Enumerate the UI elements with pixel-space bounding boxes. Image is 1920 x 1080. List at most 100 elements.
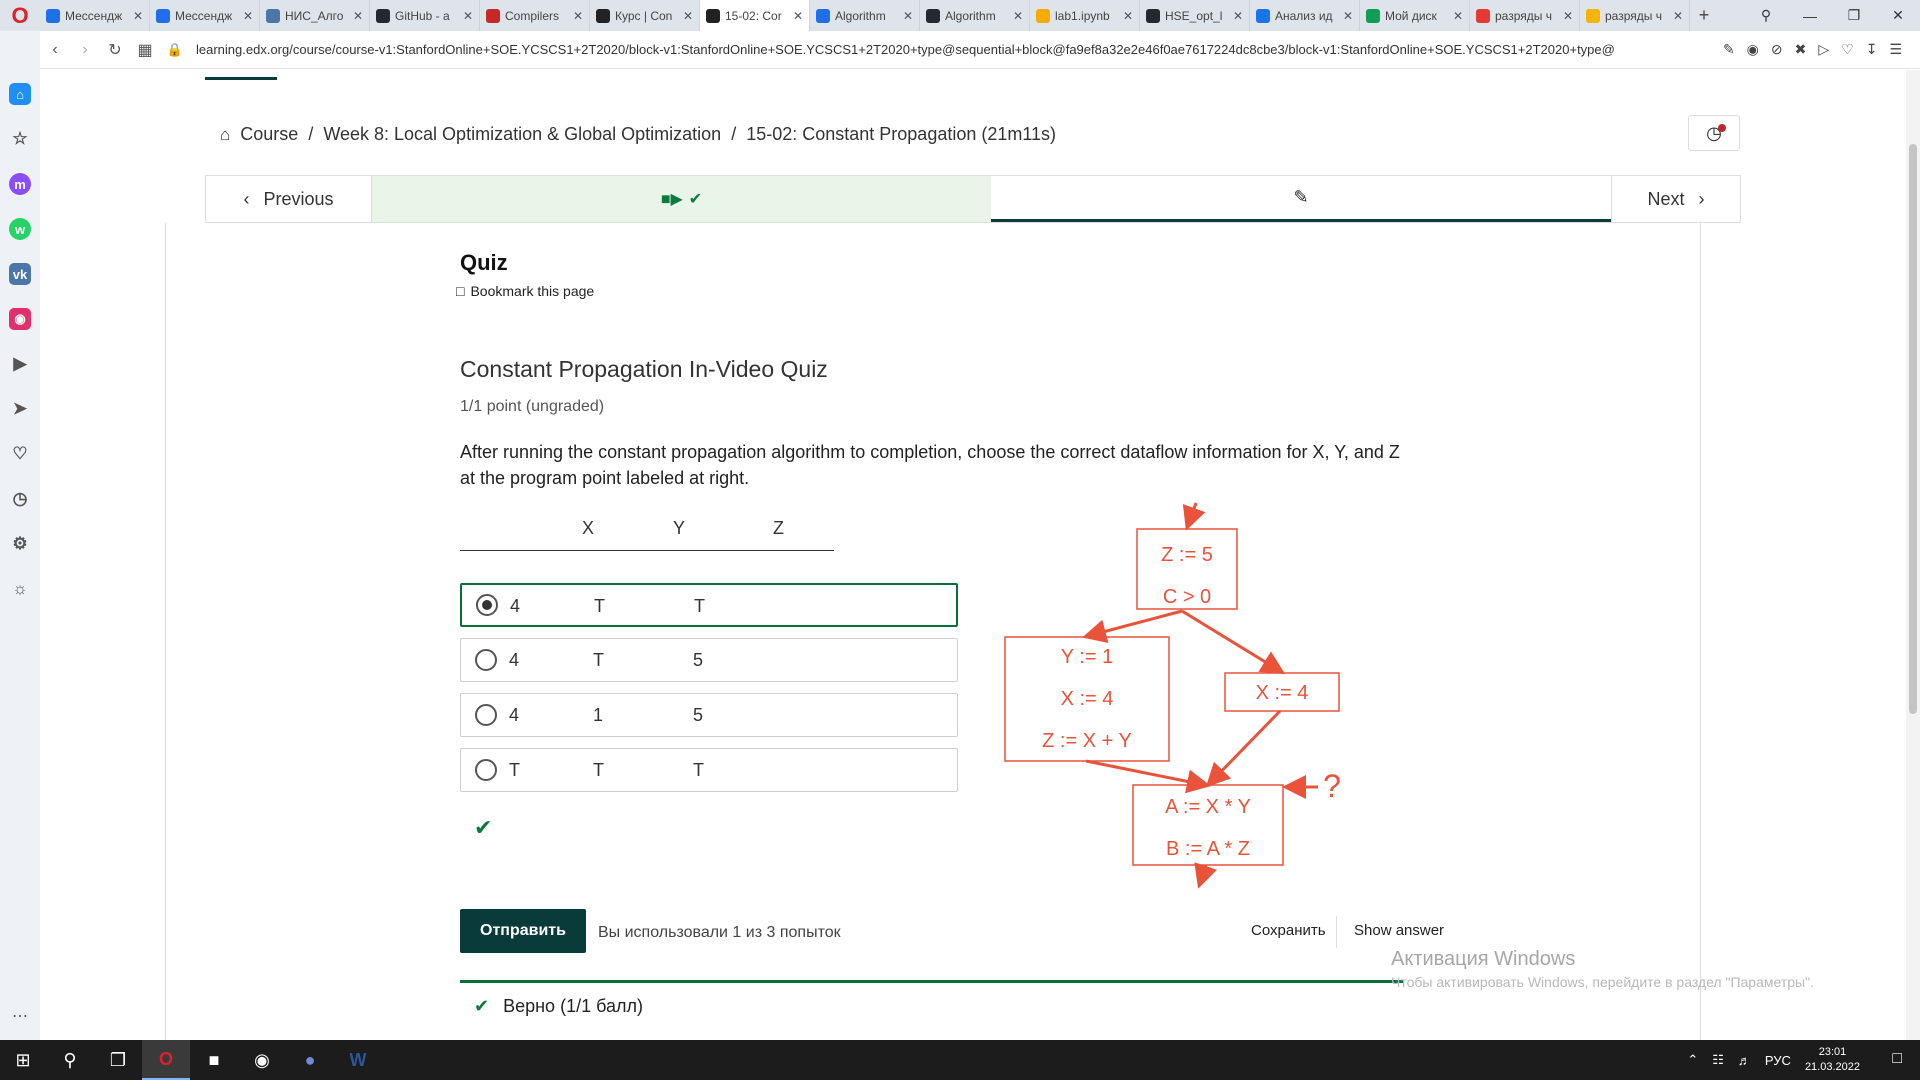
- edit-icon: ✎: [1293, 187, 1309, 207]
- windows-start-icon[interactable]: ⊞: [0, 1040, 46, 1080]
- scrollbar-thumb[interactable]: [1909, 144, 1917, 714]
- opera-logo-icon[interactable]: O: [0, 0, 40, 31]
- url-field[interactable]: learning.edx.org/course/course-v1:Stanfo…: [196, 42, 1723, 57]
- page-scrollbar[interactable]: [1906, 70, 1920, 1040]
- tab-close-icon[interactable]: ✕: [1233, 9, 1243, 23]
- close-window-button[interactable]: ✕: [1876, 7, 1920, 24]
- tab-close-icon[interactable]: ✕: [1343, 9, 1353, 23]
- browser-tab[interactable]: Compilers ✕: [480, 0, 590, 31]
- browser-tab[interactable]: Мессендж ✕: [40, 0, 150, 31]
- tab-close-icon[interactable]: ✕: [1563, 9, 1573, 23]
- browser-tab[interactable]: Algorithm ✕: [810, 0, 920, 31]
- browser-tab[interactable]: HSE_opt_l ✕: [1140, 0, 1250, 31]
- download-icon[interactable]: ↧: [1866, 41, 1878, 58]
- vk-icon[interactable]: vk: [9, 263, 31, 285]
- browser-tab[interactable]: Algorithm ✕: [920, 0, 1030, 31]
- new-tab-button[interactable]: +: [1690, 5, 1718, 26]
- speed-dial-icon[interactable]: ☆: [9, 128, 31, 150]
- forward-button[interactable]: ›: [70, 41, 100, 59]
- restore-button[interactable]: ❐: [1832, 7, 1876, 24]
- whatsapp-icon[interactable]: w: [9, 218, 31, 240]
- browser-tab[interactable]: Курс | Con ✕: [590, 0, 700, 31]
- player-icon[interactable]: ▶: [9, 353, 31, 375]
- send-icon[interactable]: ▷: [1818, 41, 1829, 58]
- next-button[interactable]: Next ›: [1611, 176, 1740, 222]
- radio-button[interactable]: [475, 704, 497, 726]
- browser-tab[interactable]: 15-02: Cor ✕: [700, 0, 810, 31]
- game-taskbar-icon[interactable]: ■: [190, 1040, 238, 1080]
- word-taskbar-icon[interactable]: W: [334, 1040, 382, 1080]
- tab-close-icon[interactable]: ✕: [1123, 9, 1133, 23]
- save-button[interactable]: Сохранить: [1251, 922, 1326, 939]
- sequence-tab-video[interactable]: ■▶ ✔: [372, 176, 991, 222]
- radio-button[interactable]: [476, 594, 498, 616]
- tab-close-icon[interactable]: ✕: [573, 9, 583, 23]
- browser-tab[interactable]: разряды ч ✕: [1580, 0, 1690, 31]
- answer-option[interactable]: TTT: [460, 748, 958, 792]
- tab-close-icon[interactable]: ✕: [243, 9, 253, 23]
- heart-icon[interactable]: ♡: [1841, 41, 1854, 58]
- previous-button[interactable]: ‹ Previous: [206, 176, 372, 222]
- adblock-icon[interactable]: ⊘: [1771, 41, 1783, 58]
- tab-close-icon[interactable]: ✕: [683, 9, 693, 23]
- volume-icon[interactable]: ♬: [1738, 1053, 1751, 1068]
- task-view-icon[interactable]: ❐: [94, 1040, 142, 1080]
- sequence-tab-problem[interactable]: ✎: [991, 176, 1611, 222]
- browser-tab[interactable]: Мессендж ✕: [150, 0, 260, 31]
- show-answer-button[interactable]: Show answer: [1354, 922, 1444, 939]
- more-icon[interactable]: ⋯: [12, 1006, 28, 1026]
- menu-icon[interactable]: ☰: [1889, 41, 1902, 58]
- tab-label: разряды ч: [1605, 8, 1662, 23]
- tab-close-icon[interactable]: ✕: [793, 9, 803, 23]
- browser-tab[interactable]: lab1.ipynb ✕: [1030, 0, 1140, 31]
- tab-close-icon[interactable]: ✕: [353, 9, 363, 23]
- chrome-taskbar-icon[interactable]: ◉: [238, 1040, 286, 1080]
- notifications-icon[interactable]: □: [1892, 1050, 1902, 1068]
- tab-grid-icon[interactable]: ▦: [130, 40, 160, 60]
- tab-close-icon[interactable]: ✕: [903, 9, 913, 23]
- browser-tab[interactable]: Анализ ид ✕: [1250, 0, 1360, 31]
- browser-tab[interactable]: GitHub - a ✕: [370, 0, 480, 31]
- instagram-icon[interactable]: ◉: [9, 308, 31, 330]
- network-icon[interactable]: ☷: [1712, 1052, 1724, 1068]
- radio-button[interactable]: [475, 759, 497, 781]
- language-indicator[interactable]: РУС: [1765, 1053, 1791, 1068]
- favorites-icon[interactable]: ♡: [9, 443, 31, 465]
- chevron-up-icon[interactable]: ⌃: [1687, 1052, 1698, 1068]
- breadcrumb-week[interactable]: Week 8: Local Optimization & Global Opti…: [323, 124, 721, 145]
- home-icon[interactable]: ⌂: [9, 83, 31, 105]
- send-icon[interactable]: ➤: [9, 398, 31, 420]
- edit-icon[interactable]: ✎: [1723, 41, 1735, 58]
- history-icon[interactable]: ◷: [9, 488, 31, 510]
- bookmark-link[interactable]: □ Bookmark this page: [456, 283, 594, 299]
- breadcrumb-course[interactable]: Course: [240, 124, 298, 145]
- reload-button[interactable]: ↻: [100, 40, 130, 60]
- answer-option[interactable]: 4 T 5: [460, 638, 958, 682]
- tab-close-icon[interactable]: ✕: [1453, 9, 1463, 23]
- messenger-icon[interactable]: m: [9, 173, 31, 195]
- search-icon[interactable]: ⚲: [1744, 7, 1788, 24]
- tab-close-icon[interactable]: ✕: [133, 9, 143, 23]
- opera-taskbar-icon[interactable]: O: [142, 1040, 190, 1080]
- answer-option[interactable]: 4 1 5: [460, 693, 958, 737]
- browser-tab[interactable]: Мой диск ✕: [1360, 0, 1470, 31]
- radio-button[interactable]: [475, 649, 497, 671]
- submit-button[interactable]: Отправить: [460, 909, 586, 953]
- vpn-icon[interactable]: ✖: [1795, 41, 1807, 58]
- search-icon[interactable]: ⚲: [46, 1040, 94, 1080]
- tab-close-icon[interactable]: ✕: [463, 9, 473, 23]
- settings-gear-icon[interactable]: ⚙: [9, 533, 31, 555]
- camera-icon[interactable]: ◉: [1747, 41, 1759, 58]
- clock[interactable]: 23:01 21.03.2022: [1805, 1045, 1860, 1075]
- browser-tab[interactable]: НИС_Алго ✕: [260, 0, 370, 31]
- back-button[interactable]: ‹: [40, 41, 70, 59]
- answer-option[interactable]: 4 T T: [460, 583, 958, 627]
- tips-lightbulb-icon[interactable]: ☼: [9, 578, 31, 600]
- tab-close-icon[interactable]: ✕: [1673, 9, 1683, 23]
- bookmarks-button[interactable]: ◷: [1688, 115, 1740, 151]
- browser-tab[interactable]: разряды ч ✕: [1470, 0, 1580, 31]
- tab-close-icon[interactable]: ✕: [1013, 9, 1023, 23]
- minimize-button[interactable]: —: [1788, 8, 1832, 24]
- discord-taskbar-icon[interactable]: ●: [286, 1040, 334, 1080]
- address-bar: ‹ › ↻ ▦ 🔒 learning.edx.org/course/course…: [40, 31, 1920, 69]
